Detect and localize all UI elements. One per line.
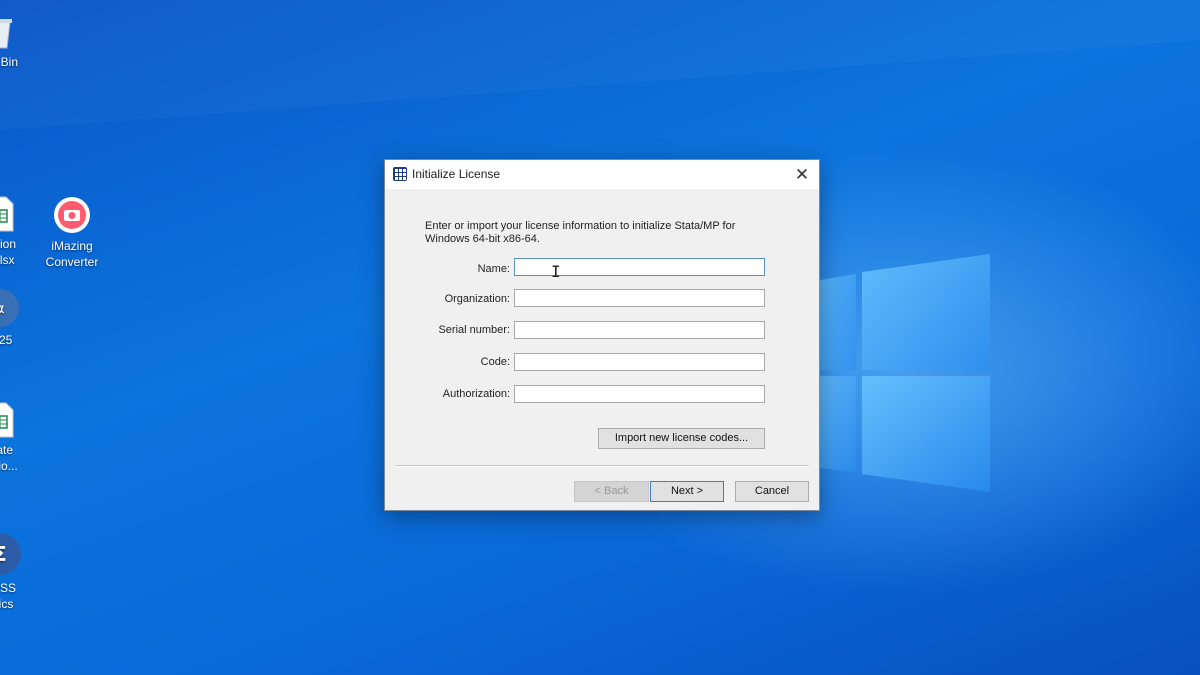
stata-app-icon xyxy=(393,167,407,181)
desktop-icon-spreadsheet-2[interactable]: olate actio... xyxy=(0,402,45,474)
authorization-label: Authorization: xyxy=(442,388,510,400)
next-button[interactable]: Next > xyxy=(650,481,724,502)
spreadsheet-file-icon xyxy=(0,196,14,232)
desktop-icon-label: olate actio... xyxy=(0,443,18,473)
code-label: Code: xyxy=(480,356,510,368)
initialize-license-dialog: Initialize License ✕ Enter or import you… xyxy=(384,159,820,511)
name-label: Name: xyxy=(477,263,510,275)
svg-text:Σ: Σ xyxy=(0,542,7,566)
organization-field[interactable] xyxy=(514,289,765,307)
desktop-icon-recycle-bin[interactable]: cle Bin xyxy=(0,14,45,70)
svg-text:α: α xyxy=(0,301,5,317)
intro-text: Enter or import your license information… xyxy=(425,220,736,245)
spreadsheet-file-icon xyxy=(0,402,14,438)
serial-number-field[interactable] xyxy=(514,321,765,339)
cancel-button[interactable]: Cancel xyxy=(735,481,809,502)
code-field[interactable] xyxy=(514,353,765,371)
desktop-icon-label: cle Bin xyxy=(0,55,19,69)
desktop-icon-spss-25[interactable]: α S 25 xyxy=(0,288,45,348)
text-cursor-icon: I xyxy=(551,262,561,281)
recycle-bin-icon xyxy=(0,19,12,49)
sigma-icon: Σ xyxy=(0,533,21,575)
dialog-divider xyxy=(395,465,809,467)
close-icon[interactable]: ✕ xyxy=(785,160,819,189)
imazing-converter-icon xyxy=(54,197,90,233)
dialog-titlebar[interactable]: Initialize License ✕ xyxy=(385,160,819,189)
desktop-icon-spss-statistics[interactable]: Σ SPSS istics xyxy=(0,532,45,612)
desktop-icon-label: SPSS istics xyxy=(0,581,16,611)
desktop-icon-label: S 25 xyxy=(0,333,13,347)
import-license-codes-button[interactable]: Import new license codes... xyxy=(598,428,765,449)
organization-label: Organization: xyxy=(444,293,510,305)
desktop-icon-label: iMazing Converter xyxy=(45,239,99,269)
authorization-field[interactable] xyxy=(514,385,765,403)
serial-number-label: Serial number: xyxy=(438,324,510,336)
spss-statistics-icon: α xyxy=(0,289,19,327)
back-button[interactable]: < Back xyxy=(574,481,649,502)
desktop-icon-imazing-converter[interactable]: iMazing Converter xyxy=(27,196,117,270)
dialog-title: Initialize License xyxy=(412,167,501,181)
